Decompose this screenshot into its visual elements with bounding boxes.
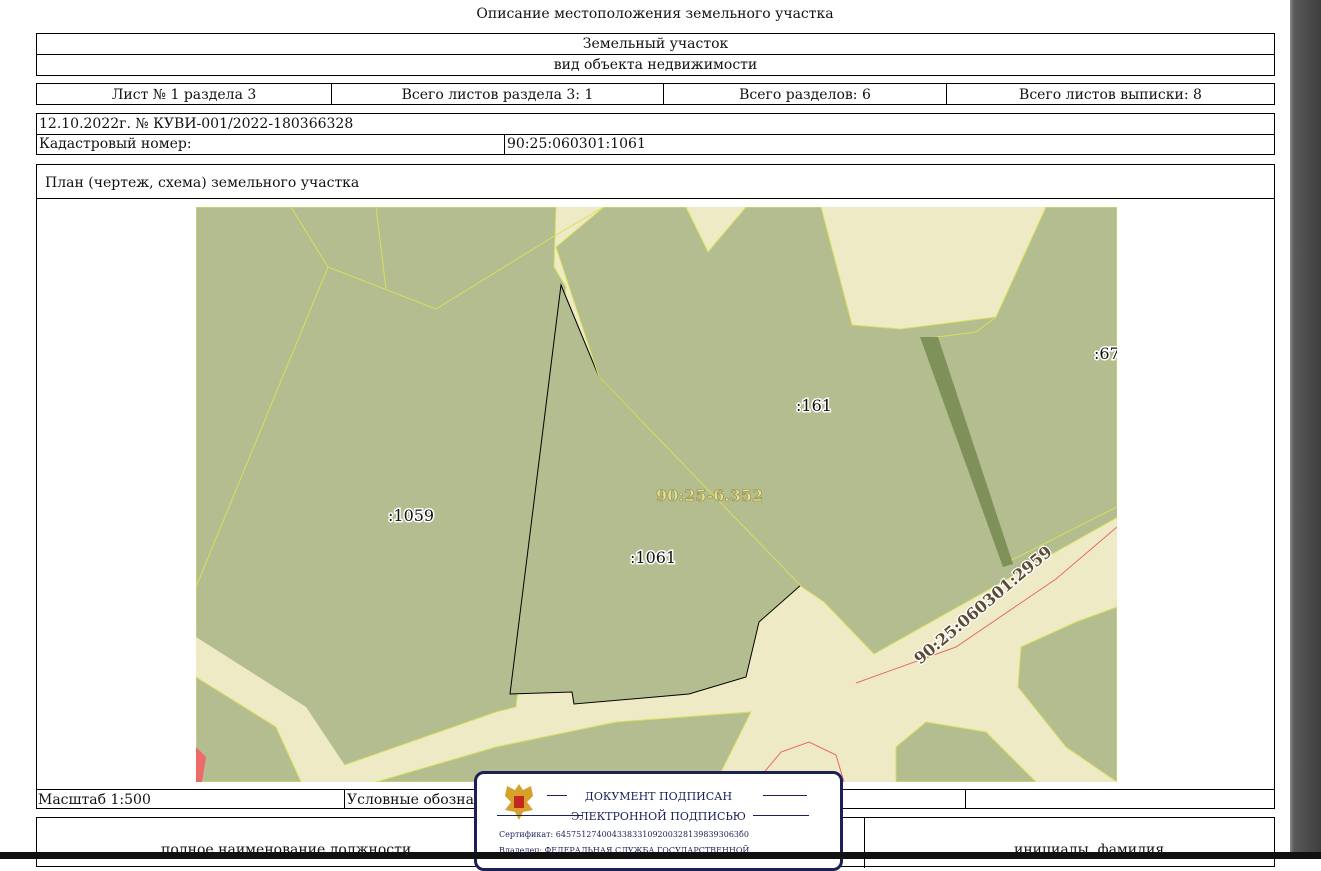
document-page: Описание местоположения земельного участ… — [0, 0, 1290, 871]
cadastral-cell-divider — [504, 134, 505, 154]
object-header-box: Земельный участок вид объекта недвижимос… — [36, 33, 1275, 76]
viewer-scrollbar-area — [1290, 0, 1321, 859]
label-quarter: 90:25-6.352 — [656, 486, 763, 505]
sheet-number: Лист № 1 раздела 3 — [111, 87, 257, 103]
plan-heading: План (чертеж, схема) земельного участка — [45, 175, 360, 191]
label-parcel-1059: :1059 — [388, 506, 434, 525]
total-sections: Всего разделов: 6 — [739, 87, 871, 103]
cadastral-plan-map: :1059 :1061 :161 :67 90:25-6.352 90:25:0… — [196, 207, 1117, 782]
extract-info-divider — [37, 134, 1274, 135]
cadastral-plan-drawing: :1059 :1061 :161 :67 90:25-6.352 90:25:0… — [196, 207, 1117, 782]
document-title: Описание местоположения земельного участ… — [476, 6, 834, 22]
stamp-line-signed: ДОКУМЕНТ ПОДПИСАН — [584, 790, 733, 803]
plan-heading-divider — [37, 198, 1274, 199]
scale-label: Масштаб 1:500 — [38, 792, 151, 808]
extract-info-box: 12.10.2022г. № КУВИ-001/2022-180366328 К… — [36, 113, 1275, 155]
total-sheets-section: Всего листов раздела 3: 1 — [401, 87, 594, 103]
object-header-divider — [37, 54, 1274, 55]
label-parcel-1061: :1061 — [630, 548, 676, 567]
parcel-bottom-center — [895, 721, 1037, 782]
legend-divider — [965, 789, 966, 808]
total-sheets-extract: Всего листов выписки: 8 — [1019, 87, 1202, 103]
extract-date-number: 12.10.2022г. № КУВИ-001/2022-180366328 — [39, 116, 354, 132]
cadastral-number-value: 90:25:060301:1061 — [507, 136, 646, 152]
parcel-bottom-right — [1017, 606, 1117, 782]
object-name: Земельный участок — [582, 36, 729, 52]
label-parcel-161: :161 — [796, 396, 832, 415]
stamp-certificate: Сертификат: 6457512740043383310920032813… — [499, 830, 749, 839]
object-type-caption: вид объекта недвижимости — [553, 57, 758, 73]
cadastral-number-label: Кадастровый номер: — [39, 136, 192, 152]
label-parcel-67: :67 — [1094, 344, 1117, 363]
sheet-info-row: Лист № 1 раздела 3 Всего листов раздела … — [36, 83, 1275, 105]
signature-table-divider — [864, 818, 865, 868]
scale-divider — [344, 789, 345, 808]
viewer-bottom-edge — [0, 852, 1321, 859]
stamp-line-electronic: ЭЛЕКТРОННОЙ ПОДПИСЬЮ — [571, 810, 746, 823]
